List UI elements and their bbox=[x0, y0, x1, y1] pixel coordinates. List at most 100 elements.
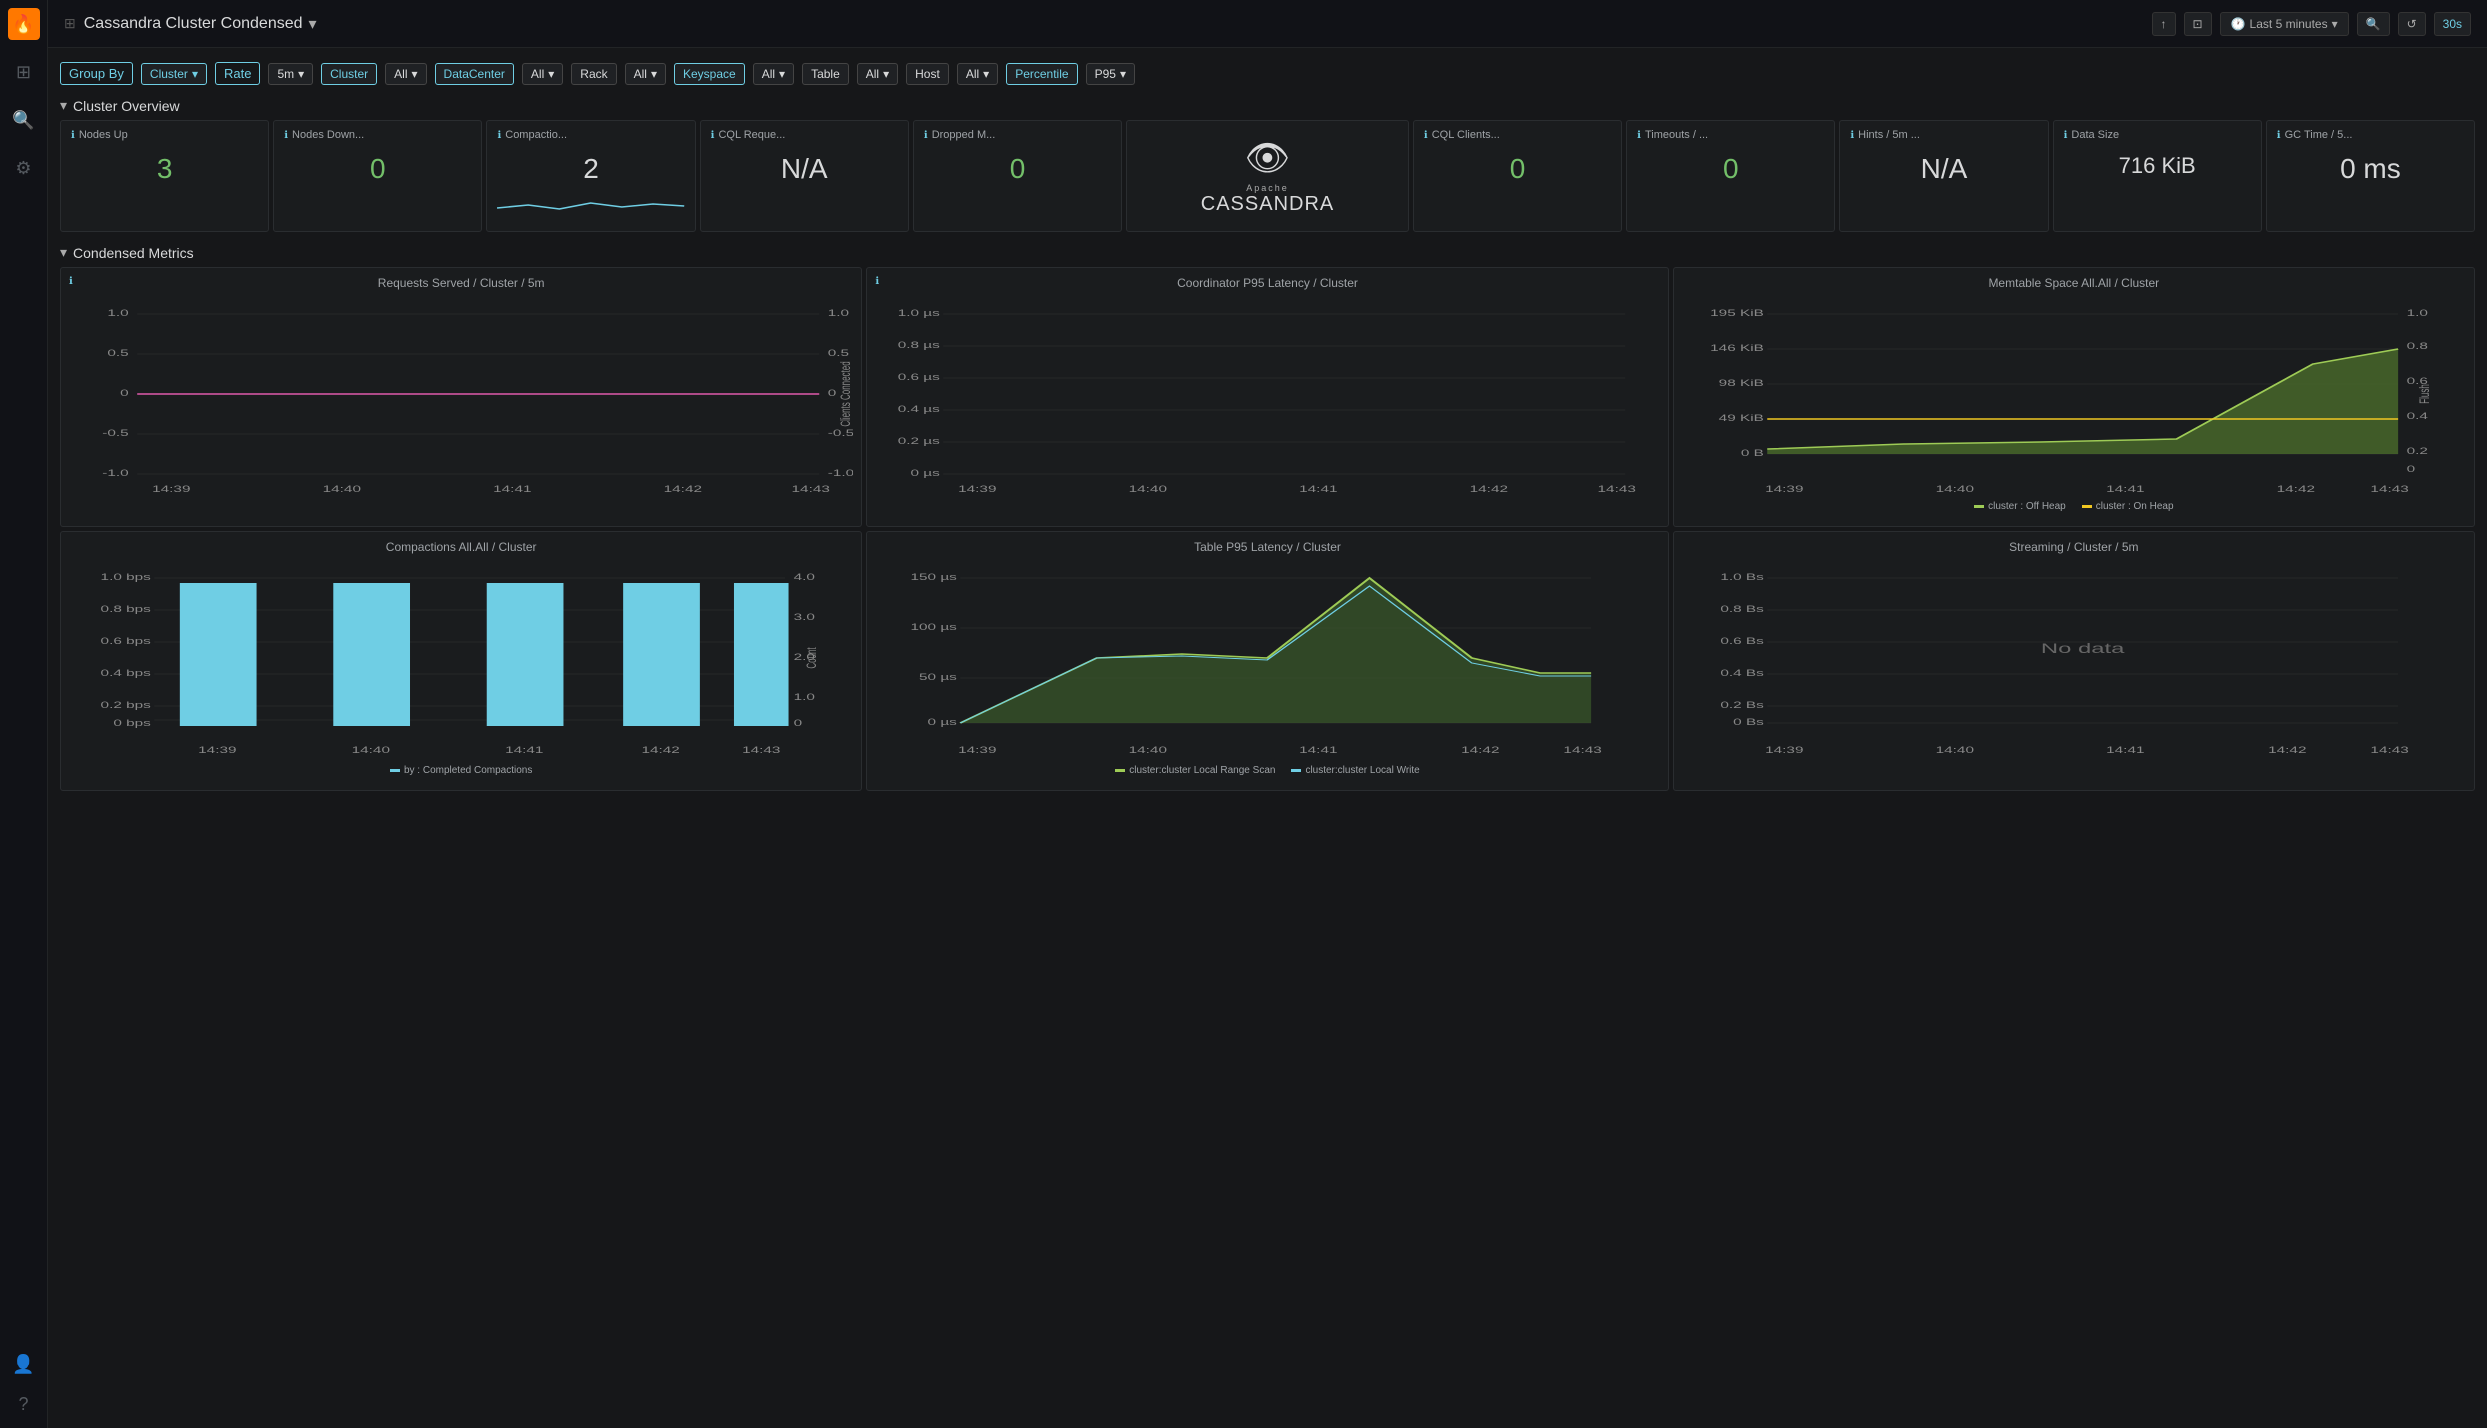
table-latency-title: Table P95 Latency / Cluster bbox=[875, 540, 1659, 554]
svg-text:No data: No data bbox=[2041, 641, 2125, 657]
tv-icon: ⊡ bbox=[2193, 17, 2203, 31]
refresh-button[interactable]: ↺ bbox=[2398, 12, 2426, 36]
cql-requests-title: CQL Reque... bbox=[718, 129, 785, 141]
collapse-icon-metrics[interactable]: ▾ bbox=[60, 244, 67, 261]
share-icon: ↑ bbox=[2161, 17, 2167, 31]
info-icon[interactable]: ℹ bbox=[1850, 130, 1854, 141]
condensed-metrics-header: ▾ Condensed Metrics bbox=[60, 240, 2475, 267]
collapse-icon[interactable]: ▾ bbox=[60, 97, 67, 114]
info-icon[interactable]: ℹ bbox=[497, 130, 501, 141]
filter-bar: Group By Cluster ▾ Rate 5m ▾ Cluster All… bbox=[60, 56, 2475, 93]
time-range-picker[interactable]: 🕐 Last 5 minutes ▾ bbox=[2220, 12, 2349, 36]
svg-text:-1.0: -1.0 bbox=[828, 468, 854, 478]
cluster-select[interactable]: All ▾ bbox=[385, 63, 426, 85]
svg-text:14:41: 14:41 bbox=[1299, 484, 1337, 494]
info-icon[interactable]: ℹ bbox=[1424, 130, 1428, 141]
dashboard-dropdown-icon[interactable]: ▾ bbox=[309, 14, 317, 34]
search-button[interactable]: 🔍 bbox=[2357, 12, 2390, 36]
cql-clients-title: CQL Clients... bbox=[1432, 129, 1500, 141]
info-icon[interactable]: ℹ bbox=[924, 130, 928, 141]
svg-text:14:43: 14:43 bbox=[2370, 745, 2408, 755]
data-size-value: 716 KiB bbox=[2064, 149, 2251, 183]
sidebar-item-help[interactable]: ? bbox=[8, 1388, 40, 1420]
legend-compactions: by : Completed Compactions bbox=[390, 765, 532, 776]
svg-text:1.0: 1.0 bbox=[107, 308, 128, 318]
memtable-legend: cluster : Off Heap cluster : On Heap bbox=[1682, 501, 2466, 512]
chevron-down-icon: ▾ bbox=[883, 67, 889, 81]
info-icon[interactable]: ℹ bbox=[2064, 130, 2068, 141]
svg-text:0: 0 bbox=[120, 388, 129, 398]
svg-text:0.8 µs: 0.8 µs bbox=[898, 340, 940, 350]
svg-text:3.0: 3.0 bbox=[794, 612, 815, 622]
data-size-card: ℹ Data Size 716 KiB bbox=[2053, 120, 2262, 232]
chevron-down-icon: ▾ bbox=[548, 67, 554, 81]
host-select[interactable]: All ▾ bbox=[957, 63, 998, 85]
svg-text:14:42: 14:42 bbox=[2268, 745, 2306, 755]
dashboard-title: Cassandra Cluster Condensed ▾ bbox=[84, 14, 317, 34]
info-icon[interactable]: ℹ bbox=[1637, 130, 1641, 141]
info-icon[interactable]: ℹ bbox=[2277, 130, 2281, 141]
rack-select[interactable]: All ▾ bbox=[625, 63, 666, 85]
share-button[interactable]: ↑ bbox=[2152, 12, 2176, 36]
compaction-sparkline bbox=[497, 193, 684, 223]
svg-text:14:39: 14:39 bbox=[1765, 745, 1803, 755]
svg-text:14:43: 14:43 bbox=[742, 745, 780, 755]
info-icon[interactable]: ℹ bbox=[711, 130, 715, 141]
compaction-title: Compactio... bbox=[505, 129, 567, 141]
svg-text:14:42: 14:42 bbox=[1470, 484, 1508, 494]
dropped-card: ℹ Dropped M... 0 bbox=[913, 120, 1122, 232]
svg-text:14:42: 14:42 bbox=[641, 745, 679, 755]
sidebar-item-search[interactable]: 🔍 bbox=[8, 104, 40, 136]
coordinator-latency-title: Coordinator P95 Latency / Cluster bbox=[875, 276, 1659, 290]
tv-mode-button[interactable]: ⊡ bbox=[2184, 12, 2212, 36]
datacenter-select[interactable]: All ▾ bbox=[522, 63, 563, 85]
sidebar-item-settings[interactable]: ⚙ bbox=[8, 152, 40, 184]
coordinator-latency-chart: 1.0 µs 0.8 µs 0.6 µs 0.4 µs 0.2 µs 0 µs … bbox=[875, 294, 1659, 494]
grafana-logo[interactable]: 🔥 bbox=[8, 8, 40, 40]
dashboard-title-text: Cassandra Cluster Condensed bbox=[84, 15, 303, 33]
info-icon-latency[interactable]: ℹ bbox=[875, 276, 879, 287]
main-content: ⊞ Cassandra Cluster Condensed ▾ ↑ ⊡ 🕐 La… bbox=[48, 0, 2487, 1428]
info-icon[interactable]: ℹ bbox=[71, 130, 75, 141]
compactions-legend: by : Completed Compactions bbox=[69, 765, 853, 776]
info-icon[interactable]: ℹ bbox=[284, 130, 288, 141]
svg-text:14:42: 14:42 bbox=[664, 484, 702, 494]
hints-value: N/A bbox=[1850, 149, 2037, 189]
groupby-select[interactable]: Cluster ▾ bbox=[141, 63, 207, 85]
stat-cards-row: ℹ Nodes Up 3 ℹ Nodes Down... 0 ℹ Compact… bbox=[60, 120, 2475, 232]
table-latency-chart: 150 µs 100 µs 50 µs 0 µs 14:39 14:40 14:… bbox=[875, 558, 1659, 758]
sidebar: 🔥 ⊞ 🔍 ⚙ 👤 ? bbox=[0, 0, 48, 1428]
info-icon-requests[interactable]: ℹ bbox=[69, 276, 73, 287]
hints-card: ℹ Hints / 5m ... N/A bbox=[1839, 120, 2048, 232]
chevron-down-icon: ▾ bbox=[192, 67, 198, 81]
streaming-title: Streaming / Cluster / 5m bbox=[1682, 540, 2466, 554]
data-size-title: Data Size bbox=[2071, 129, 2119, 141]
nodes-down-card: ℹ Nodes Down... 0 bbox=[273, 120, 482, 232]
svg-text:0 µs: 0 µs bbox=[928, 717, 957, 727]
logo-icon: 🔥 bbox=[12, 14, 34, 35]
sidebar-item-signin[interactable]: 👤 bbox=[8, 1348, 40, 1380]
chevron-down-icon: ▾ bbox=[1120, 67, 1126, 81]
svg-text:-0.5: -0.5 bbox=[102, 428, 128, 438]
table-select[interactable]: All ▾ bbox=[857, 63, 898, 85]
sidebar-item-home[interactable]: ⊞ bbox=[8, 56, 40, 88]
percentile-select[interactable]: P95 ▾ bbox=[1086, 63, 1135, 85]
clock-icon: 🕐 bbox=[2231, 17, 2246, 31]
timeouts-card: ℹ Timeouts / ... 0 bbox=[1626, 120, 1835, 232]
svg-text:1.0: 1.0 bbox=[794, 692, 815, 702]
svg-text:0 B: 0 B bbox=[1740, 448, 1763, 458]
svg-text:0.2 bps: 0.2 bps bbox=[101, 700, 151, 710]
svg-text:14:41: 14:41 bbox=[1299, 745, 1337, 755]
rate-select[interactable]: 5m ▾ bbox=[268, 63, 313, 85]
refresh-interval-badge[interactable]: 30s bbox=[2434, 12, 2471, 36]
svg-text:1.0 µs: 1.0 µs bbox=[898, 308, 940, 318]
legend-local-range: cluster:cluster Local Range Scan bbox=[1115, 765, 1275, 776]
keyspace-select[interactable]: All ▾ bbox=[753, 63, 794, 85]
svg-text:4.0: 4.0 bbox=[794, 572, 815, 582]
svg-text:14:40: 14:40 bbox=[1129, 745, 1167, 755]
svg-text:14:41: 14:41 bbox=[505, 745, 543, 755]
hints-title: Hints / 5m ... bbox=[1858, 129, 1920, 141]
svg-text:14:43: 14:43 bbox=[1598, 484, 1636, 494]
svg-text:0.6 Bs: 0.6 Bs bbox=[1720, 636, 1763, 646]
legend-local-write: cluster:cluster Local Write bbox=[1291, 765, 1419, 776]
